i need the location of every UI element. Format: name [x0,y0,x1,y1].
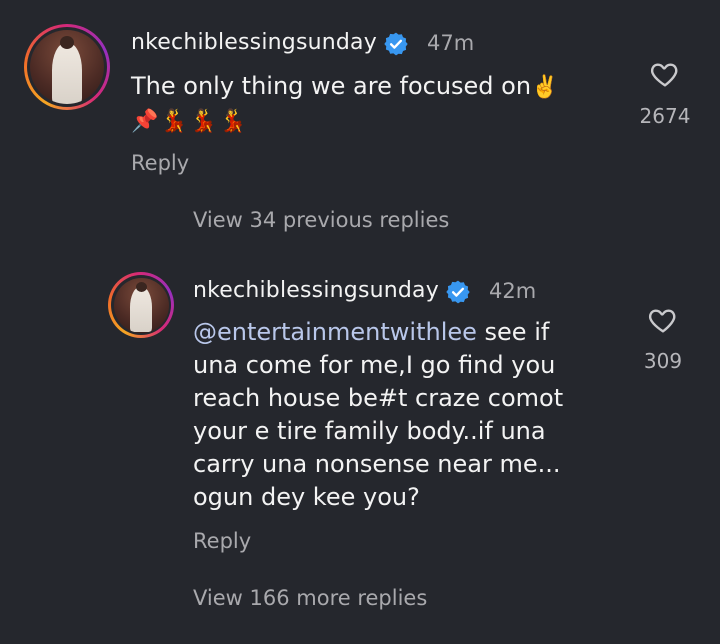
comment-text: @entertainmentwithlee see if una come fo… [193,316,633,514]
comment-text-line: ogun dey kee you? [193,483,420,511]
comment-text: The only thing we are focused on✌️ 📌💃💃💃 [131,70,611,138]
comment-text-line: carry una nonsense near me... [193,450,561,478]
timestamp: 47m [427,31,475,55]
heart-outline-icon[interactable] [646,304,680,336]
heart-outline-icon[interactable] [648,58,682,90]
verified-badge-icon [384,32,408,56]
verified-badge-icon [446,280,470,304]
comment-text-line: una come for me,I go find you [193,351,556,379]
username[interactable]: nkechiblessingsunday [193,278,439,303]
comment-text-line: see if [476,318,550,346]
emoji-line: 📌💃💃💃 [131,109,249,134]
like-count: 309 [643,349,683,373]
view-more-replies-link[interactable]: View 166 more replies [193,586,427,610]
avatar[interactable] [24,24,110,110]
view-previous-replies-link[interactable]: View 34 previous replies [193,208,449,232]
avatar[interactable] [108,272,174,338]
mention-link[interactable]: @entertainmentwithlee [193,318,477,346]
timestamp: 42m [489,279,537,303]
comment-text-line: The only thing we are focused on [131,72,532,100]
victory-hand-emoji: ✌️ [531,75,559,100]
reply-button[interactable]: Reply [193,529,251,553]
comment-text-line: your e tire family body..if una [193,417,546,445]
username[interactable]: nkechiblessingsunday [131,30,377,55]
like-count: 2674 [639,104,691,128]
reply-button[interactable]: Reply [131,151,189,175]
comment-text-line: reach house be#t craze comot [193,384,564,412]
